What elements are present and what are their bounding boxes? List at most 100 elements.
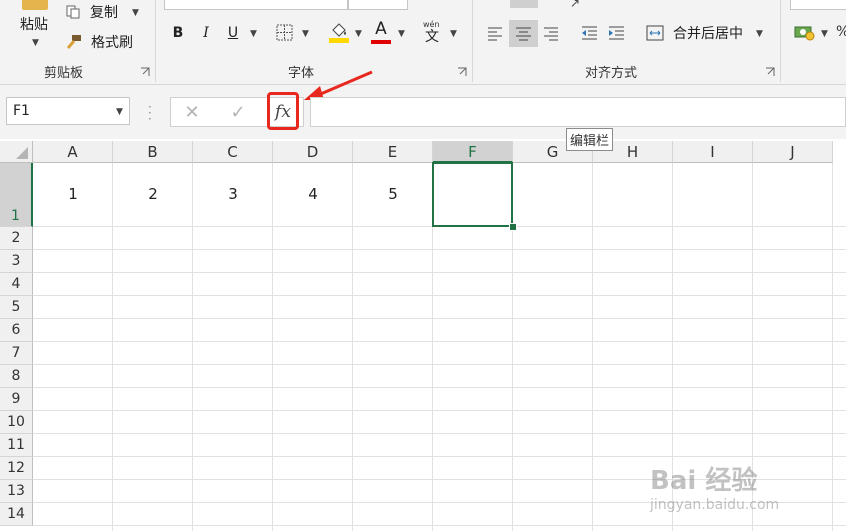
number-format-combobox[interactable] <box>790 0 846 10</box>
underline-button[interactable]: U <box>223 22 243 44</box>
font-color-button[interactable]: A <box>370 18 392 40</box>
percent-icon[interactable]: % <box>836 24 846 40</box>
top-align-button[interactable] <box>510 0 538 8</box>
gridline <box>33 364 846 365</box>
copy-dropdown-icon[interactable]: ▼ <box>132 8 139 18</box>
bold-button[interactable]: B <box>168 22 188 44</box>
cell-e1[interactable]: 5 <box>353 185 433 203</box>
gridline <box>33 456 846 457</box>
gridline <box>33 433 846 434</box>
column-header-b[interactable]: B <box>113 141 193 163</box>
gridline <box>272 163 273 531</box>
paste-icon[interactable] <box>22 0 48 10</box>
separator <box>472 0 473 82</box>
cell-a1[interactable]: 1 <box>33 185 113 203</box>
align-right-icon[interactable] <box>542 24 560 42</box>
alignment-group-label: 对齐方式 <box>585 66 638 81</box>
name-box[interactable]: F1 <box>6 97 130 125</box>
gridline <box>33 387 846 388</box>
border-icon[interactable] <box>276 24 294 42</box>
active-cell-selection[interactable] <box>432 162 513 227</box>
enter-button[interactable]: ✓ <box>226 100 250 124</box>
formula-bar-grip[interactable]: · · · <box>148 101 152 125</box>
clipboard-group-label: 剪贴板 <box>44 66 84 81</box>
phonetic-guide-button[interactable]: 文 <box>422 28 442 45</box>
alignment-launcher-icon[interactable] <box>765 67 775 77</box>
orientation-icon[interactable]: ↗ <box>570 0 580 10</box>
insert-function-highlight <box>267 92 299 130</box>
font-launcher-icon[interactable] <box>457 67 467 77</box>
gridline <box>33 249 846 250</box>
watermark-url: jingyan.baidu.com <box>650 497 780 513</box>
decrease-indent-icon[interactable] <box>580 24 598 42</box>
column-header-i[interactable]: I <box>673 141 753 163</box>
gridline <box>33 272 846 273</box>
merge-center-button[interactable]: 合并后居中 <box>668 22 748 44</box>
name-box-dropdown-icon[interactable]: ▼ <box>116 107 123 117</box>
fill-color-icon[interactable] <box>328 20 350 44</box>
gridline <box>592 163 593 531</box>
increase-indent-icon[interactable] <box>607 24 625 42</box>
row-header-11[interactable]: 11 <box>0 434 33 457</box>
copy-button[interactable]: 复制 <box>86 2 122 22</box>
row-header-12[interactable]: 12 <box>0 457 33 480</box>
cancel-button[interactable]: ✕ <box>180 100 204 124</box>
separator <box>155 0 156 82</box>
watermark: Bai 经验 jingyan.baidu.com <box>650 460 779 513</box>
gridline <box>112 163 113 531</box>
column-header-d[interactable]: D <box>273 141 353 163</box>
fill-color-dropdown-icon[interactable]: ▼ <box>355 29 362 39</box>
formula-bar-tooltip: 编辑栏 <box>566 128 614 151</box>
gridline <box>832 163 833 531</box>
row-header-14[interactable]: 14 <box>0 503 33 526</box>
row-header-1[interactable]: 1 <box>0 163 33 227</box>
row-header-8[interactable]: 8 <box>0 365 33 388</box>
gridline <box>33 318 846 319</box>
row-header-10[interactable]: 10 <box>0 411 33 434</box>
ribbon: 粘贴 ▼ 复制 ▼ 格式刷 剪贴板 B I U ▼ ▼ ▼ A ▼ wén 文 … <box>0 0 846 85</box>
column-header-a[interactable]: A <box>33 141 113 163</box>
row-header-9[interactable]: 9 <box>0 388 33 411</box>
currency-dropdown-icon[interactable]: ▼ <box>821 29 828 39</box>
gridline <box>33 341 846 342</box>
font-color-swatch <box>371 40 391 44</box>
cell-d1[interactable]: 4 <box>273 185 353 203</box>
formula-input[interactable] <box>310 97 846 127</box>
fill-handle[interactable] <box>509 223 517 231</box>
phonetic-dropdown-icon[interactable]: ▼ <box>450 29 457 39</box>
column-header-j[interactable]: J <box>753 141 833 163</box>
paste-button[interactable]: 粘贴 <box>14 14 54 34</box>
row-header-13[interactable]: 13 <box>0 480 33 503</box>
font-name-combobox[interactable] <box>164 0 348 10</box>
row-header-4[interactable]: 4 <box>0 273 33 296</box>
gridline <box>33 295 846 296</box>
italic-button[interactable]: I <box>196 22 216 44</box>
font-color-dropdown-icon[interactable]: ▼ <box>398 29 405 39</box>
watermark-logo-text: Bai 经验 <box>650 466 758 496</box>
select-all-button[interactable] <box>0 141 33 163</box>
currency-format-icon[interactable] <box>794 22 816 42</box>
gridline <box>352 163 353 531</box>
row-header-6[interactable]: 6 <box>0 319 33 342</box>
border-dropdown-icon[interactable]: ▼ <box>302 29 309 39</box>
row-header-5[interactable]: 5 <box>0 296 33 319</box>
gridline <box>192 163 193 531</box>
cell-b1[interactable]: 2 <box>113 185 193 203</box>
underline-dropdown-icon[interactable]: ▼ <box>250 29 257 39</box>
align-center-icon[interactable] <box>509 20 538 47</box>
row-header-3[interactable]: 3 <box>0 250 33 273</box>
row-header-7[interactable]: 7 <box>0 342 33 365</box>
align-left-icon[interactable] <box>486 24 504 42</box>
row-header-2[interactable]: 2 <box>0 227 33 250</box>
cell-c1[interactable]: 3 <box>193 185 273 203</box>
format-painter-icon <box>66 34 82 50</box>
clipboard-launcher-icon[interactable] <box>140 67 150 77</box>
font-size-combobox[interactable] <box>348 0 408 10</box>
column-header-e[interactable]: E <box>353 141 433 163</box>
column-header-f[interactable]: F <box>433 141 513 163</box>
paste-dropdown-icon[interactable]: ▼ <box>32 38 39 48</box>
merge-center-dropdown-icon[interactable]: ▼ <box>756 29 763 39</box>
merge-center-icon <box>646 24 664 42</box>
column-header-c[interactable]: C <box>193 141 273 163</box>
format-painter-button[interactable]: 格式刷 <box>88 32 136 52</box>
